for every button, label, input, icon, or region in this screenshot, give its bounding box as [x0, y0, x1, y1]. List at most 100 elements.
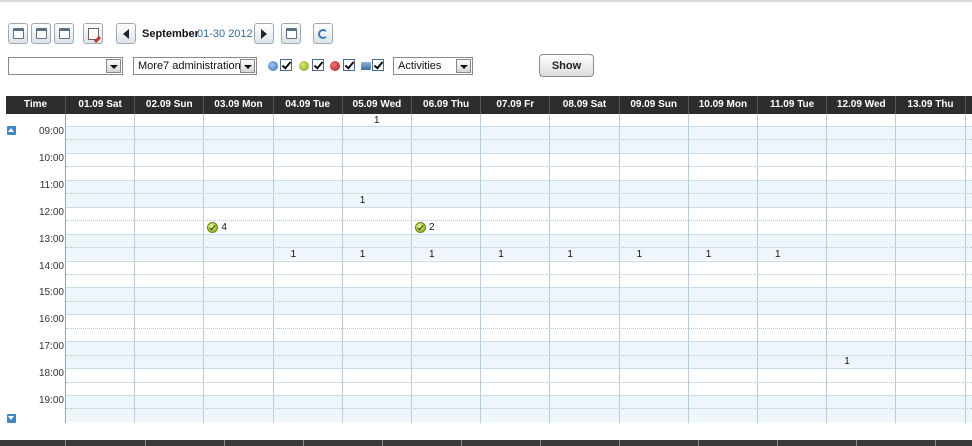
day-header-10[interactable]: 11.09 Tue	[758, 96, 828, 114]
time-label: 14:00	[38, 260, 64, 272]
other-filter-checkbox[interactable]	[372, 59, 384, 71]
other-status-icon	[361, 62, 371, 70]
refresh-button[interactable]	[313, 23, 333, 44]
day-header-12[interactable]: 13.09 Thu	[896, 96, 966, 114]
day-header-8[interactable]: 09.09 Sun	[620, 96, 689, 114]
event-marker[interactable]: 1	[761, 248, 781, 260]
cancel-circle-icon	[761, 249, 772, 260]
event-count: 1	[844, 356, 850, 368]
event-count: 1	[429, 248, 435, 260]
hour-divider	[66, 395, 972, 396]
event-marker[interactable]: 1	[277, 248, 297, 260]
hour-divider	[66, 314, 972, 316]
day-header-7[interactable]: 08.09 Sat	[550, 96, 620, 114]
footer-divider	[935, 440, 936, 446]
half-hour-divider	[66, 166, 972, 168]
next-period-button[interactable]	[254, 23, 274, 44]
done-status-icon	[299, 61, 309, 71]
hour-divider	[66, 152, 972, 154]
day-column-divider	[411, 114, 412, 423]
event-marker[interactable]: 1	[830, 356, 850, 368]
hour-divider	[66, 126, 972, 127]
hour-divider	[66, 341, 972, 343]
day-column-divider	[895, 114, 897, 423]
calendar-week-icon	[35, 28, 47, 39]
hour-divider	[66, 368, 972, 370]
cancelled-status-icon	[330, 61, 340, 71]
footer-divider	[540, 440, 541, 446]
top-border	[0, 0, 972, 2]
cancel-circle-icon	[692, 249, 703, 260]
arrow-left-icon	[123, 28, 129, 39]
day-column-divider	[341, 114, 343, 423]
event-marker[interactable]: 1	[484, 248, 504, 260]
day-column-divider	[549, 114, 551, 423]
event-marker[interactable]: 1	[623, 248, 643, 260]
previous-period-button[interactable]	[116, 23, 136, 44]
time-column-divider	[65, 114, 66, 423]
event-marker[interactable]: 1	[415, 248, 435, 260]
type-select[interactable]: Activities	[393, 57, 473, 75]
day-view-button[interactable]	[8, 23, 28, 44]
day-header-0[interactable]: 01.09 Sat	[66, 96, 136, 114]
half-hour-divider	[66, 300, 972, 302]
day-column-divider	[826, 114, 828, 423]
administration-select-value: More7 administration	[138, 60, 241, 72]
arrow-right-icon	[261, 28, 267, 39]
time-label: 10:00	[38, 152, 64, 164]
month-view-button[interactable]	[54, 23, 74, 44]
day-header-1[interactable]: 02.09 Sun	[135, 96, 205, 114]
day-header-6[interactable]: 07.09 Fr	[481, 96, 551, 114]
event-marker[interactable]: 1	[553, 248, 573, 260]
event-marker[interactable]: 2	[415, 221, 435, 233]
resource-select[interactable]	[8, 57, 123, 75]
day-header-4[interactable]: 05.09 Wed	[343, 96, 412, 114]
half-hour-divider	[66, 220, 972, 222]
scroll-down-icon[interactable]	[7, 414, 16, 423]
day-header-3[interactable]: 04.09 Tue	[274, 96, 343, 114]
event-marker[interactable]: 1	[692, 248, 712, 260]
date-range-link[interactable]: 01-30 2012	[197, 28, 253, 40]
day-column-divider	[964, 114, 966, 423]
event-count: 2	[429, 221, 435, 233]
hour-divider	[66, 206, 972, 208]
scroll-up-icon[interactable]	[7, 126, 16, 135]
event-marker[interactable]: 1	[346, 248, 366, 260]
footer-divider	[303, 440, 304, 446]
calendar-grid[interactable]	[66, 126, 972, 423]
calendar-month-icon	[58, 28, 70, 39]
footer-divider	[619, 440, 620, 446]
new-entry-button[interactable]	[83, 23, 103, 44]
type-select-value: Activities	[398, 60, 442, 72]
day-column-divider	[272, 114, 274, 423]
edit-icon	[87, 27, 99, 40]
time-label: 11:00	[39, 179, 64, 191]
hour-divider	[66, 260, 972, 262]
footer-divider	[224, 440, 225, 446]
day-column-divider	[134, 114, 136, 423]
administration-select[interactable]: More7 administration	[133, 57, 257, 75]
calendar-day-icon	[12, 28, 24, 39]
allday-count[interactable]: 1	[374, 115, 380, 126]
check-circle-icon	[415, 221, 426, 233]
date-picker-button[interactable]	[281, 23, 301, 44]
event-count: 1	[359, 248, 366, 260]
half-hour-divider	[66, 139, 972, 141]
event-count: 1	[498, 248, 504, 260]
half-hour-divider	[66, 193, 972, 195]
time-label: 16:00	[38, 314, 64, 326]
cancelled-filter-checkbox[interactable]	[343, 59, 355, 71]
day-header-2[interactable]: 03.09 Mon	[204, 96, 274, 114]
cancel-circle-icon	[277, 249, 288, 260]
week-view-button[interactable]	[31, 23, 51, 44]
day-header-5[interactable]: 06.09 Thu	[412, 96, 482, 114]
day-header-9[interactable]: 10.09 Mon	[689, 96, 758, 114]
day-header-11[interactable]: 12.09 Wed	[827, 96, 897, 114]
event-count: 1	[567, 248, 573, 260]
done-filter-checkbox[interactable]	[312, 59, 324, 71]
event-marker[interactable]: 1	[346, 194, 366, 206]
planned-filter-checkbox[interactable]	[280, 59, 292, 71]
show-button[interactable]: Show	[539, 54, 594, 77]
time-column-header: Time	[6, 96, 66, 114]
event-marker[interactable]: 4	[207, 221, 227, 233]
